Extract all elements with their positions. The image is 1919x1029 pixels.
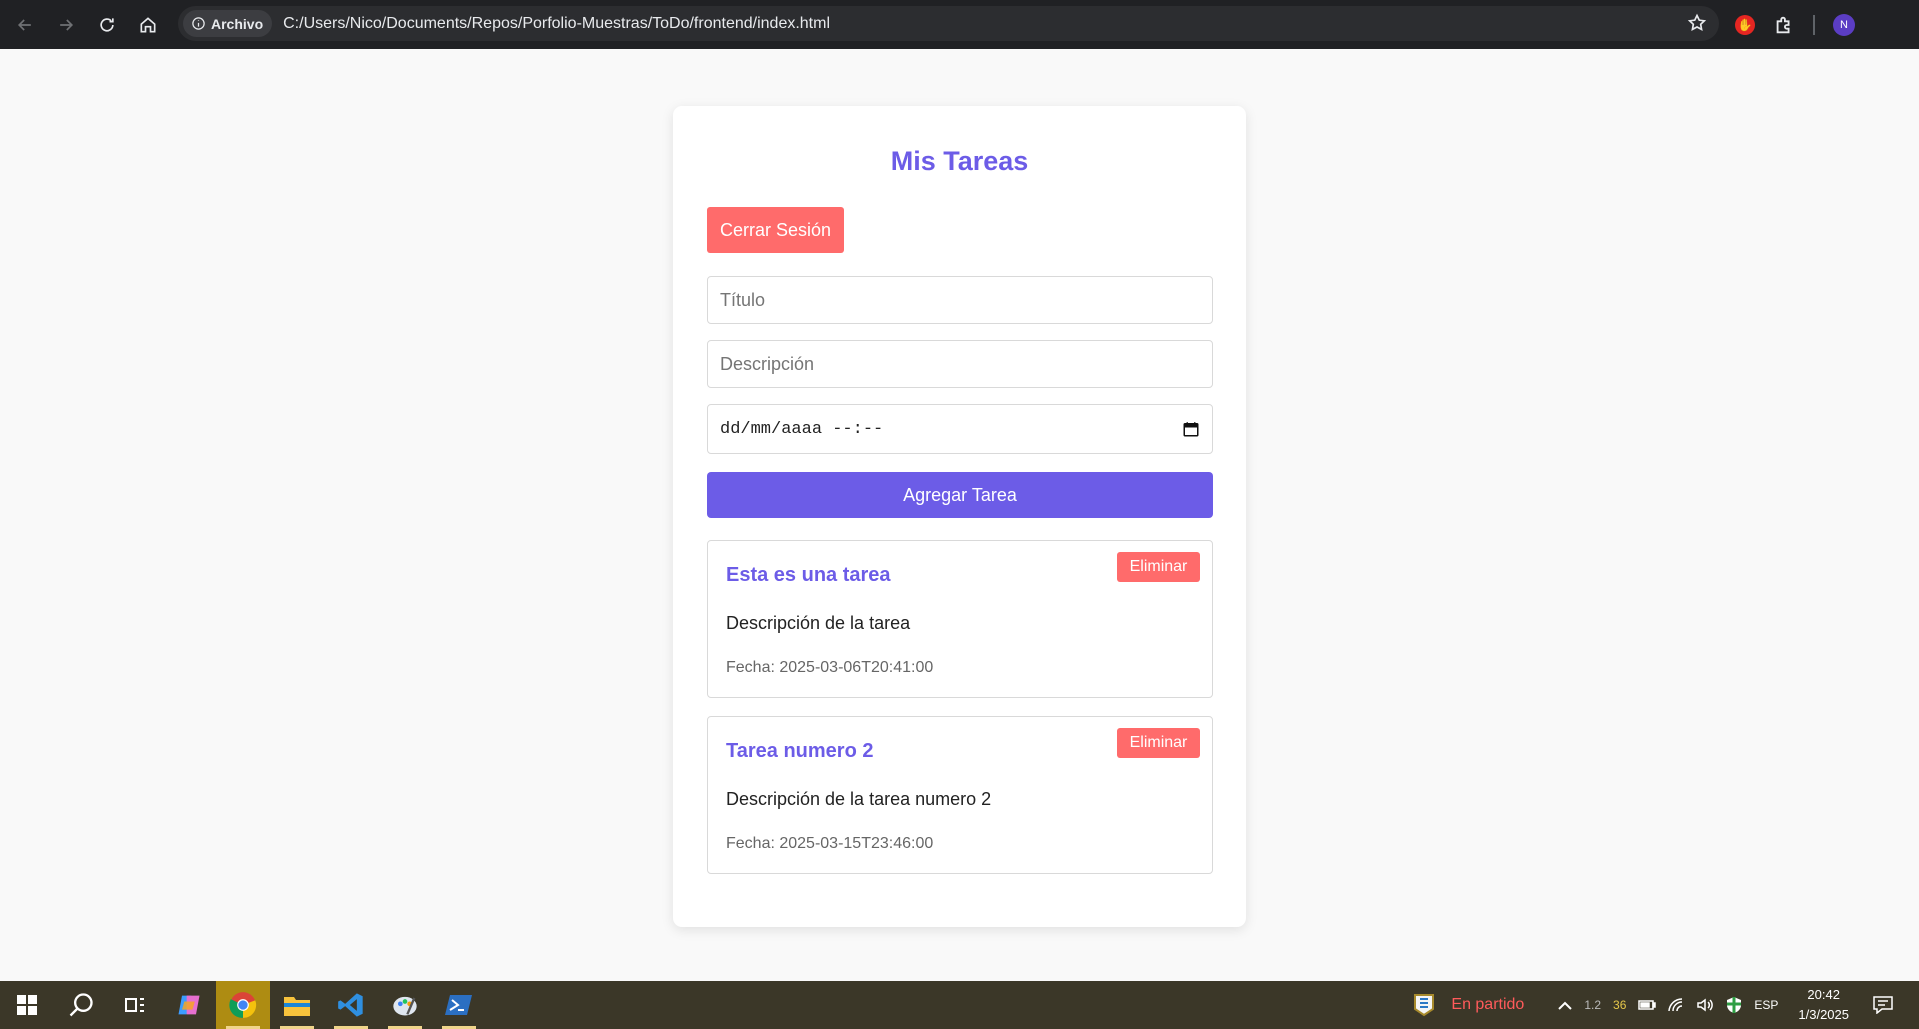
task-card: Esta es una tarea Eliminar Descripción d… xyxy=(707,540,1213,698)
search-icon[interactable] xyxy=(54,981,108,1029)
tasks-card: Mis Tareas Cerrar Sesión dd/mm/aaaa --:-… xyxy=(673,106,1246,927)
task-title: Tarea numero 2 xyxy=(726,740,874,762)
tray-value-1: 1.2 xyxy=(1584,998,1602,1012)
add-task-button[interactable]: Agregar Tarea xyxy=(707,472,1213,518)
windows-taskbar: En partido 1.2 36 ESP 20:42 1/3/2025 xyxy=(0,981,1919,1029)
chrome-icon[interactable] xyxy=(216,981,270,1029)
language-indicator[interactable]: ESP xyxy=(1754,998,1778,1012)
task-card: Tarea numero 2 Eliminar Descripción de l… xyxy=(707,716,1213,874)
system-tray: En partido 1.2 36 ESP 20:42 1/3/2025 xyxy=(1407,981,1919,1029)
paint-icon[interactable] xyxy=(378,981,432,1029)
logout-button[interactable]: Cerrar Sesión xyxy=(707,207,844,253)
task-title: Esta es una tarea xyxy=(726,564,891,586)
volume-icon[interactable] xyxy=(1696,998,1714,1012)
reload-icon[interactable] xyxy=(86,4,127,45)
clock-time: 20:42 xyxy=(1807,987,1840,1002)
weather-widget[interactable]: En partido xyxy=(1413,993,1524,1017)
toolbar-divider xyxy=(1813,14,1815,35)
site-chip-label: Archivo xyxy=(211,15,264,32)
info-icon xyxy=(192,17,205,30)
delete-task-button[interactable]: Eliminar xyxy=(1117,552,1200,582)
weather-text: En partido xyxy=(1451,996,1525,1013)
page-title: Mis Tareas xyxy=(890,146,1029,176)
title-input[interactable] xyxy=(707,276,1213,324)
bookmark-star-icon[interactable] xyxy=(1687,13,1707,38)
defender-shield-icon[interactable] xyxy=(1726,996,1742,1014)
wifi-icon[interactable] xyxy=(1668,998,1684,1012)
clock[interactable]: 20:42 1/3/2025 xyxy=(1798,985,1849,1025)
site-info-chip[interactable]: Archivo xyxy=(183,10,273,37)
copilot-icon[interactable] xyxy=(162,981,216,1029)
powershell-icon[interactable] xyxy=(432,981,486,1029)
start-windows-icon[interactable] xyxy=(0,981,54,1029)
description-input[interactable] xyxy=(707,340,1213,388)
extensions-puzzle-icon[interactable] xyxy=(1773,14,1795,36)
address-bar[interactable]: Archivo C:/Users/Nico/Documents/Repos/Po… xyxy=(178,6,1719,41)
clock-date: 1/3/2025 xyxy=(1798,1007,1849,1022)
home-icon[interactable] xyxy=(127,4,168,45)
tray-value-2: 36 xyxy=(1613,998,1627,1012)
browser-toolbar: Archivo C:/Users/Nico/Documents/Repos/Po… xyxy=(0,0,1919,49)
back-icon[interactable] xyxy=(4,4,45,45)
extension-icon[interactable]: ✋ xyxy=(1735,14,1755,35)
show-hidden-icons-chevron-up-icon[interactable] xyxy=(1558,1000,1573,1010)
delete-task-button[interactable]: Eliminar xyxy=(1117,728,1200,758)
task-date: Fecha: 2025-03-06T20:41:00 xyxy=(726,659,934,676)
profile-avatar[interactable]: N xyxy=(1833,13,1855,36)
battery-icon[interactable] xyxy=(1638,999,1657,1011)
datetime-value: dd/mm/aaaa --:-- xyxy=(720,419,884,439)
task-date: Fecha: 2025-03-15T23:46:00 xyxy=(726,835,934,852)
url-text[interactable]: C:/Users/Nico/Documents/Repos/Porfolio-M… xyxy=(283,15,830,33)
shield-badge-icon xyxy=(1414,994,1435,1017)
notifications-icon[interactable] xyxy=(1873,996,1893,1014)
task-view-icon[interactable] xyxy=(108,981,162,1029)
task-description: Descripción de la tarea numero 2 xyxy=(726,789,992,809)
datetime-input[interactable]: dd/mm/aaaa --:-- xyxy=(707,404,1213,454)
forward-icon[interactable] xyxy=(45,4,86,45)
file-explorer-icon[interactable] xyxy=(270,981,324,1029)
task-description: Descripción de la tarea xyxy=(726,613,911,633)
vscode-icon[interactable] xyxy=(324,981,378,1029)
calendar-icon[interactable] xyxy=(1182,420,1200,438)
